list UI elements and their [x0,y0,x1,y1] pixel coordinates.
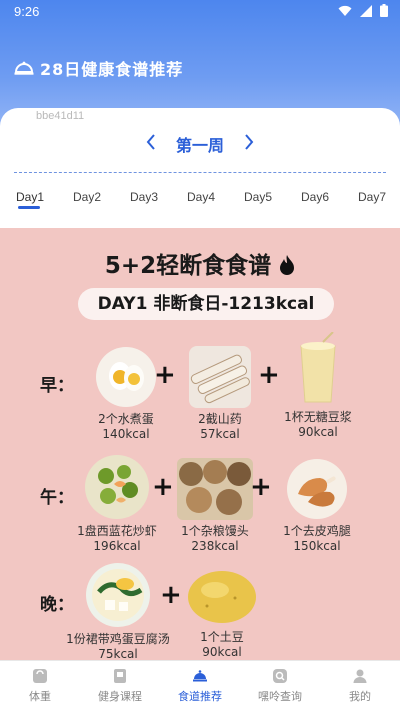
tab-day7[interactable]: Day7 [358,190,386,204]
food-name: 1个去皮鸡腿 [283,524,351,538]
food-name: 1杯无糖豆浆 [284,410,352,424]
tab-weight[interactable]: 体重 [0,661,80,712]
video-course-icon [114,669,126,683]
day-summary: DAY1 非断食日-1213kcal [78,288,334,320]
tab-day3[interactable]: Day3 [130,190,158,204]
tab-fitness-course[interactable]: 健身课程 [80,661,160,712]
food-item: 1杯无糖豆浆 90kcal [276,332,360,440]
seaweed-tofu-soup-image [86,563,150,627]
grain-bun-image [177,458,253,520]
food-item: 1个去皮鸡腿 150kcal [272,458,362,554]
tab-day5[interactable]: Day5 [244,190,272,204]
battery-icon [380,4,388,17]
food-item: 1个土豆 90kcal [182,568,262,660]
food-item: 2截山药 57kcal [182,346,258,442]
active-day-indicator [18,206,40,209]
food-cloche-icon [14,61,34,75]
fire-icon [280,255,295,275]
tab-query[interactable]: 嘿呤查询 [240,661,320,712]
food-name: 1份裙带鸡蛋豆腐汤 [66,632,170,646]
tab-label: 我的 [349,690,371,703]
tab-label: 嘿呤查询 [258,690,302,703]
page-title: 28日健康食谱推荐 [14,56,183,80]
food-item: 2个水煮蛋 140kcal [88,346,164,442]
next-week-button[interactable] [244,133,254,155]
plus-icon: + [154,360,176,390]
food-kcal: 238kcal [191,539,239,553]
food-kcal: 140kcal [102,427,150,441]
tab-day2[interactable]: Day2 [73,190,101,204]
chevron-left-icon [146,133,155,150]
plus-icon: + [160,580,182,610]
potato-image [188,571,256,623]
meal-label-breakfast: 早： [40,376,74,396]
chicken-leg-image [287,459,347,519]
food-name: 2截山药 [198,412,242,426]
status-time: 9:26 [14,4,40,19]
plus-icon: + [152,472,174,502]
food-name: 1个杂粮馒头 [181,524,249,538]
prev-week-button[interactable] [146,133,156,155]
status-bar: 9:26 [0,0,400,24]
scale-icon [33,669,47,683]
food-kcal: 90kcal [298,425,338,439]
watermark-text: bbe41d11 [36,110,85,122]
bottom-tab-bar: 体重 健身课程 食道推荐 嘿呤查询 我的 [0,660,400,712]
divider [14,172,386,173]
wifi-icon [338,5,352,16]
food-kcal: 75kcal [98,647,138,660]
search-icon [273,669,287,683]
tab-day1[interactable]: Day1 [16,190,44,204]
food-name: 1盘西蓝花炒虾 [77,524,157,538]
food-item: 1盘西蓝花炒虾 196kcal [62,454,172,554]
food-cloche-icon [193,670,207,682]
boiled-egg-image [96,347,156,407]
food-kcal: 90kcal [202,645,242,659]
food-name: 2个水煮蛋 [98,412,154,426]
meal-plan-poster: 5+2轻断食食谱 DAY1 非断食日-1213kcal 早： 2个水煮蛋 140… [0,228,400,660]
tab-label: 体重 [29,690,51,703]
user-icon [353,669,367,683]
food-item: 1份裙带鸡蛋豆腐汤 75kcal [58,562,178,660]
food-item: 1个杂粮馒头 238kcal [172,458,258,554]
chevron-right-icon [245,133,254,150]
tab-diet-recommend[interactable]: 食道推荐 [160,661,240,712]
tab-day4[interactable]: Day4 [187,190,215,204]
tab-label: 健身课程 [98,690,142,703]
food-kcal: 196kcal [93,539,141,553]
tab-mine[interactable]: 我的 [320,661,400,712]
week-label: 第一周 [175,136,224,155]
page-title-text: 28日健康食谱推荐 [40,60,184,79]
food-name: 1个土豆 [200,630,244,644]
broccoli-shrimp-image [85,455,149,519]
signal-icon [360,4,372,17]
yam-image [189,346,251,408]
day-tabs: Day1 Day2 Day3 Day4 Day5 Day6 Day7 [0,188,400,212]
week-selector: 第一周 [0,130,400,158]
plus-icon: + [250,472,272,502]
food-kcal: 57kcal [200,427,240,441]
tab-label: 食道推荐 [178,690,222,703]
tab-day6[interactable]: Day6 [301,190,329,204]
poster-title: 5+2轻断食食谱 [0,246,400,280]
soy-milk-image [300,332,336,403]
food-kcal: 150kcal [293,539,341,553]
